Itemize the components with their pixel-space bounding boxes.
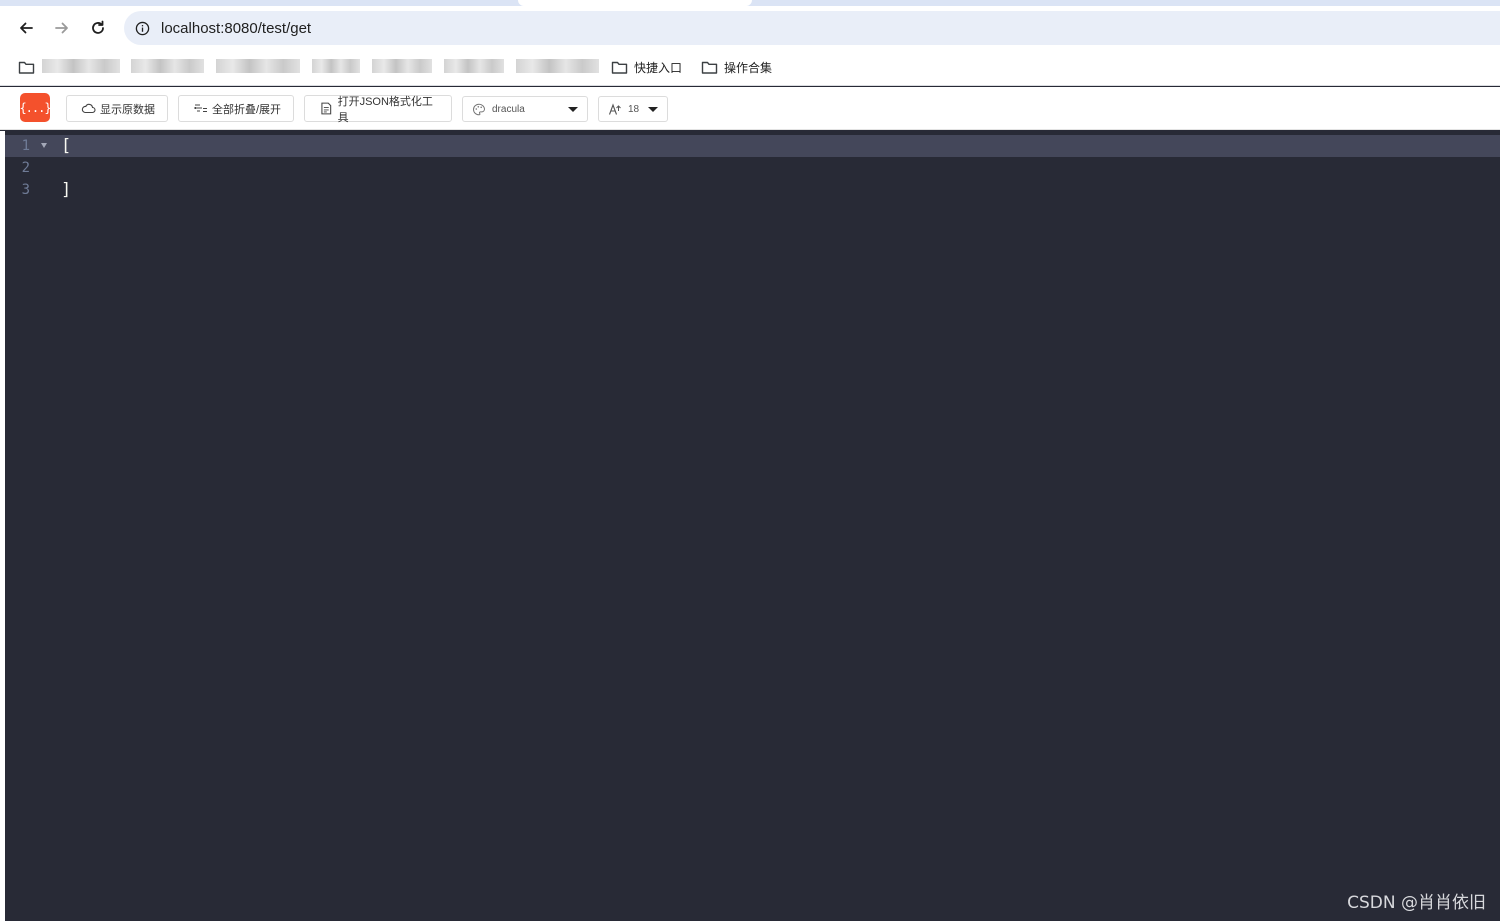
editor-line[interactable]: 2 [5,157,1500,179]
folder-icon [18,61,35,74]
folder-icon [611,61,628,74]
redacted-bookmark[interactable] [131,59,204,73]
collapse-expand-all-button[interactable]: 全部折叠/展开 [178,95,294,122]
show-raw-data-button[interactable]: 显示原数据 [66,95,168,122]
reload-icon [92,20,104,34]
redacted-bookmark[interactable] [216,59,300,73]
navigation-bar: localhost:8080/test/get [0,6,1500,50]
redacted-bookmark[interactable] [444,59,504,73]
arrow-left-icon [20,22,33,34]
arrow-right-icon [55,22,68,34]
watermark: CSDN @肖肖依旧 [1347,893,1486,913]
bookmark-label: 快捷入口 [634,60,683,75]
redacted-bookmark[interactable] [312,59,360,73]
url-text[interactable]: localhost:8080/test/get [161,20,311,37]
site-info-icon[interactable] [134,20,150,36]
bookmark-folder-operations[interactable]: 操作合集 [701,58,772,76]
bookmark-folder-quick-entry[interactable]: 快捷入口 [611,58,682,76]
theme-select[interactable]: dracula [462,96,588,122]
bookmark-folder-blurred[interactable] [18,58,41,76]
open-json-tool-label: 打开JSON格式化工具 [337,95,433,124]
address-bar[interactable]: localhost:8080/test/get [124,11,1500,45]
line-number: 1 [21,138,30,154]
show-raw-data-label: 显示原数据 [100,103,155,116]
fold-toggle-icon[interactable] [41,143,47,148]
font-size-select[interactable]: 18 [598,96,668,122]
bookmarks-bar: 快捷入口 操作合集 [0,50,1500,86]
font-size-icon [608,102,621,115]
line-number: 3 [21,182,30,198]
cloud-icon [81,103,96,114]
editor-line[interactable]: 1 [ [5,135,1500,157]
theme-value: dracula [492,103,525,115]
forward-button[interactable] [48,14,76,42]
collapse-tree-icon [194,104,207,113]
editor-line[interactable]: 3 ] [5,179,1500,201]
chevron-down-icon [568,107,578,112]
font-size-value: 18 [628,103,640,115]
bookmark-label: 操作合集 [724,60,773,75]
code-editor[interactable]: 1 [ 2 3 ] [5,131,1500,921]
json-viewer-logo[interactable]: {...} [19,93,52,122]
open-json-tool-button[interactable]: 打开JSON格式化工具 [304,95,452,124]
line-number: 2 [21,160,30,176]
palette-icon [473,103,486,115]
back-button[interactable] [12,14,40,42]
redacted-bookmark[interactable] [516,59,599,73]
json-file-icon [321,102,332,115]
line-code[interactable]: ] [61,179,71,201]
collapse-expand-label: 全部折叠/展开 [212,103,282,116]
redacted-bookmark[interactable] [372,59,432,73]
reload-button[interactable] [84,14,112,42]
json-viewer-toolbar: {...} 显示原数据 全部折叠/展开 打开JSON格式化工具 dracula … [0,87,1500,130]
chevron-down-icon [648,107,658,112]
redacted-bookmark[interactable] [42,59,120,73]
line-code[interactable]: [ [61,135,71,157]
folder-icon [701,61,718,74]
